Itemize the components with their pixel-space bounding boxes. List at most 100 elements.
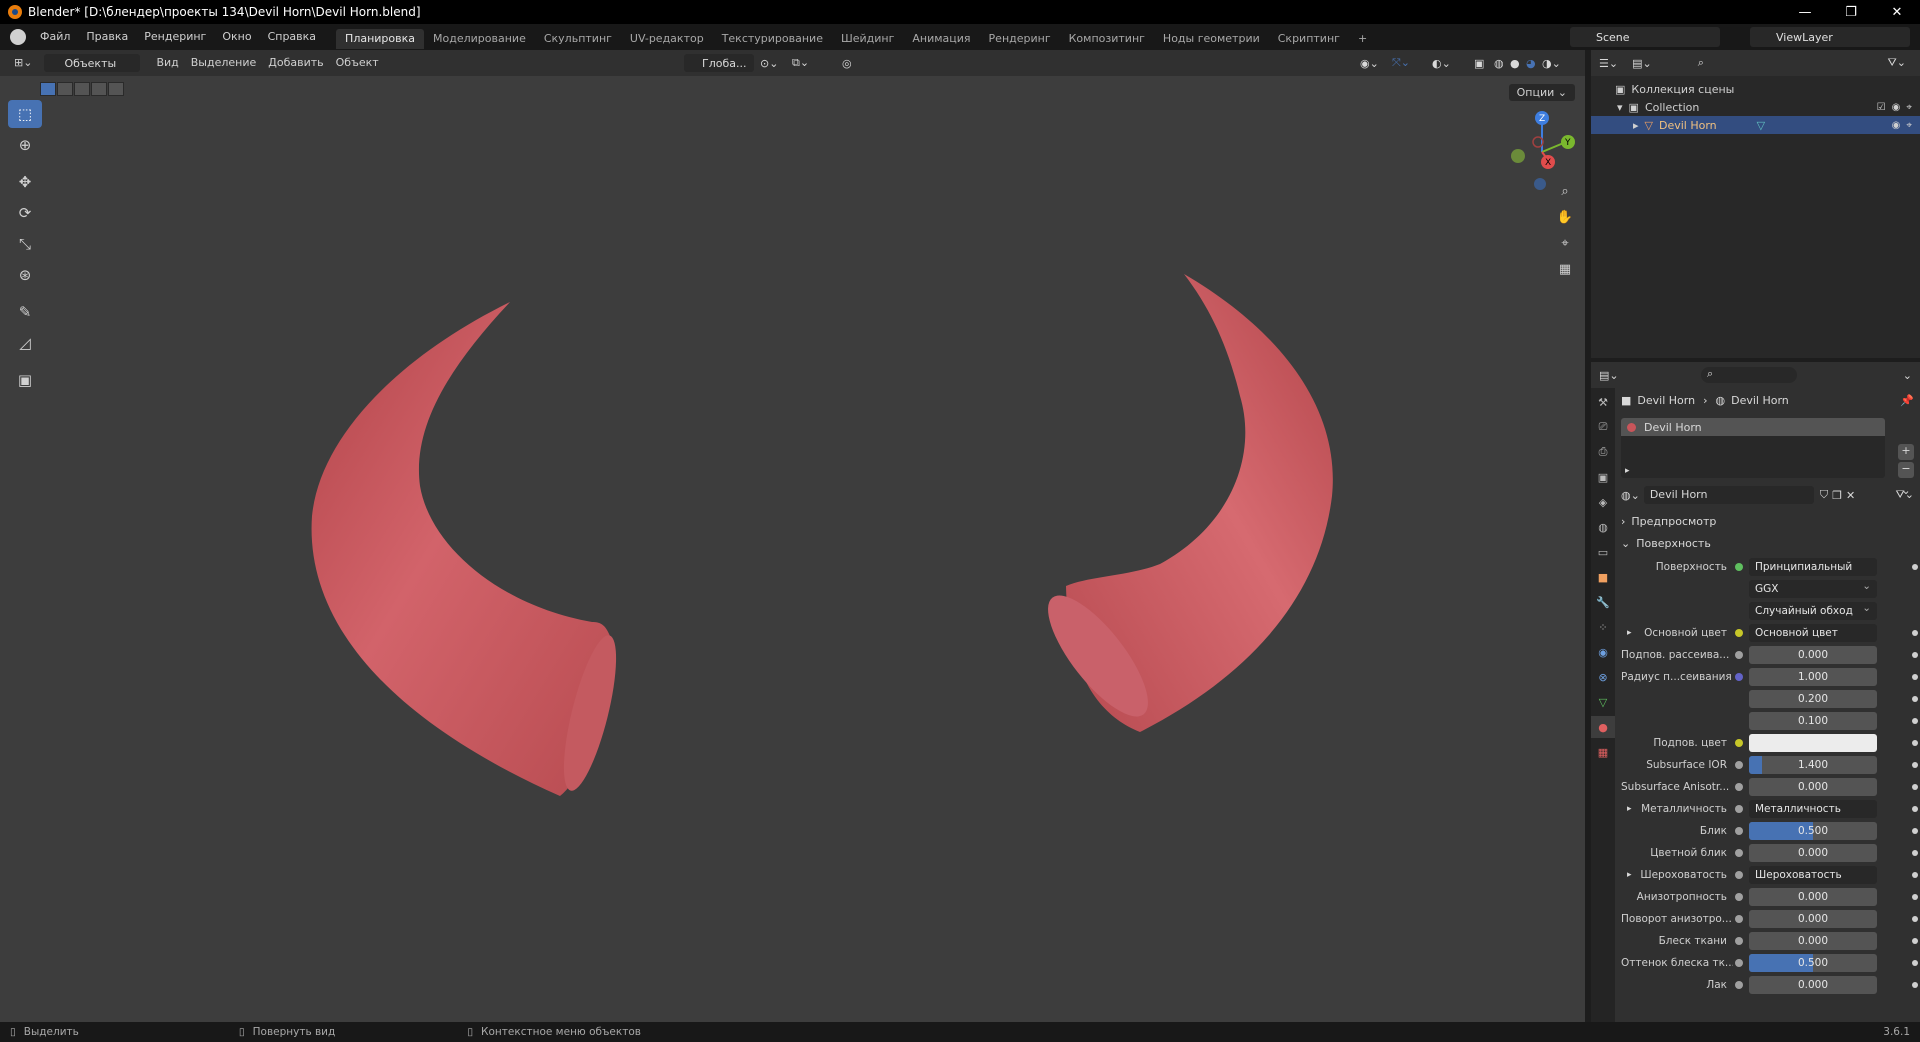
keyframe-dot-icon[interactable]: [1912, 850, 1918, 856]
socket-dot-icon[interactable]: [1735, 981, 1743, 989]
socket-dot-icon[interactable]: [1735, 673, 1743, 681]
eye-icon[interactable]: ◉: [1892, 120, 1901, 131]
gizmo-toggle-icon[interactable]: ⤧⌄: [1392, 56, 1410, 70]
fake-user-icon[interactable]: ⛉: [1820, 488, 1828, 502]
keyframe-dot-icon[interactable]: [1912, 762, 1918, 768]
menu-add[interactable]: Добавить: [262, 53, 329, 73]
slot-expand-icon[interactable]: ▸: [1625, 466, 1630, 476]
keyframe-dot-icon[interactable]: [1912, 718, 1918, 724]
constraints-tab-icon[interactable]: ⊗: [1591, 666, 1615, 688]
overlay-icon[interactable]: ◐⌄: [1432, 57, 1451, 70]
color-swatch[interactable]: [1749, 734, 1877, 752]
collection-tab-icon[interactable]: ▭: [1591, 541, 1615, 563]
tab-texture-paint[interactable]: Текстурирование: [713, 29, 832, 49]
duplicate-material-icon[interactable]: ❐: [1832, 489, 1842, 502]
physics-tab-icon[interactable]: ◉: [1591, 641, 1615, 663]
render-tab-icon[interactable]: ⎚: [1591, 416, 1615, 438]
wireframe-shading-icon[interactable]: ◍: [1494, 57, 1504, 70]
menu-edit[interactable]: Правка: [78, 24, 136, 50]
socket-dot-icon[interactable]: [1735, 585, 1743, 593]
number-field[interactable]: 0.200: [1749, 690, 1877, 708]
number-field[interactable]: 0.000: [1749, 646, 1877, 664]
tab-animation[interactable]: Анимация: [903, 29, 979, 49]
close-button[interactable]: ✕: [1874, 0, 1920, 24]
properties-options-icon[interactable]: ⌄: [1903, 369, 1912, 382]
socket-dot-icon[interactable]: [1735, 959, 1743, 967]
pin-icon[interactable]: 📌: [1900, 394, 1914, 407]
menu-object[interactable]: Объект: [330, 53, 385, 73]
keyframe-dot-icon[interactable]: [1912, 828, 1918, 834]
number-field[interactable]: 0.500: [1749, 954, 1877, 972]
expand-arrow-icon[interactable]: ▸: [1627, 628, 1632, 638]
data-tab-icon[interactable]: ▽: [1591, 691, 1615, 713]
expand-arrow-icon[interactable]: ▸: [1633, 119, 1639, 132]
socket-dot-icon[interactable]: [1735, 739, 1743, 747]
link-type-icon[interactable]: ⛛⌄: [1896, 488, 1914, 502]
xray-icon[interactable]: ▣: [1474, 57, 1484, 70]
outliner-row-collection[interactable]: ▾ ▣ Collection ☑ ◉ ⌖: [1591, 98, 1920, 116]
tab-geometry-nodes[interactable]: Ноды геометрии: [1154, 29, 1269, 49]
modifier-tab-icon[interactable]: 🔧: [1591, 591, 1615, 613]
add-slot-button[interactable]: +: [1898, 444, 1914, 460]
outliner-filter-icon[interactable]: ⛛⌄: [1888, 56, 1906, 70]
rendered-shading-icon[interactable]: ◑⌄: [1542, 57, 1561, 70]
menu-help[interactable]: Справка: [260, 24, 324, 50]
material-browse-icon[interactable]: ◍⌄: [1621, 489, 1640, 502]
number-field[interactable]: 0.000: [1749, 844, 1877, 862]
outliner-editor-icon[interactable]: ☰⌄: [1599, 57, 1618, 70]
view-layer-tab-icon[interactable]: ▣: [1591, 466, 1615, 488]
snap-icon[interactable]: ⧉⌄: [792, 56, 809, 70]
properties-search-field[interactable]: ⌕: [1701, 367, 1797, 383]
keyframe-dot-icon[interactable]: [1912, 806, 1918, 812]
blender-menu-icon[interactable]: [10, 29, 26, 45]
texture-tab-icon[interactable]: ▦: [1591, 741, 1615, 763]
keyframe-dot-icon[interactable]: [1912, 960, 1918, 966]
maximize-button[interactable]: ❐: [1828, 0, 1874, 24]
keyframe-dot-icon[interactable]: [1912, 652, 1918, 658]
menu-select[interactable]: Выделение: [185, 53, 263, 73]
expand-arrow-icon[interactable]: ▾: [1617, 101, 1623, 114]
keyframe-dot-icon[interactable]: [1912, 674, 1918, 680]
expand-arrow-icon[interactable]: ▸: [1627, 870, 1632, 880]
number-field[interactable]: 0.000: [1749, 976, 1877, 994]
keyframe-dot-icon[interactable]: [1912, 916, 1918, 922]
tab-modeling[interactable]: Моделирование: [424, 29, 535, 49]
orientation-dropdown[interactable]: Глоба...: [684, 54, 754, 72]
tab-scripting[interactable]: Скриптинг: [1269, 29, 1349, 49]
link-field[interactable]: Основной цвет: [1749, 624, 1877, 642]
number-field[interactable]: 1.000: [1749, 668, 1877, 686]
keyframe-dot-icon[interactable]: [1912, 872, 1918, 878]
keyframe-dot-icon[interactable]: [1912, 696, 1918, 702]
tab-shading[interactable]: Шейдинг: [832, 29, 903, 49]
expand-arrow-icon[interactable]: ▸: [1627, 804, 1632, 814]
material-name-field[interactable]: Devil Horn: [1643, 486, 1814, 504]
render-camera-icon[interactable]: ⌖: [1906, 102, 1912, 113]
outliner-display-mode-icon[interactable]: ▤⌄: [1632, 57, 1652, 70]
keyframe-dot-icon[interactable]: [1912, 938, 1918, 944]
object-tab-icon[interactable]: ■: [1591, 566, 1615, 588]
pan-hand-icon[interactable]: ✋: [1554, 206, 1576, 228]
tool-tab-icon[interactable]: ⚒: [1591, 391, 1615, 413]
remove-slot-button[interactable]: −: [1898, 462, 1914, 478]
world-tab-icon[interactable]: ◍: [1591, 516, 1615, 538]
view-layer-selector[interactable]: ViewLayer: [1750, 27, 1910, 47]
number-field[interactable]: 0.100: [1749, 712, 1877, 730]
socket-dot-icon[interactable]: [1735, 761, 1743, 769]
eye-icon[interactable]: ◉: [1892, 102, 1901, 113]
socket-dot-icon[interactable]: [1735, 629, 1743, 637]
socket-dot-icon[interactable]: [1735, 805, 1743, 813]
tab-layout[interactable]: Планировка: [336, 28, 425, 49]
output-tab-icon[interactable]: ⎙: [1591, 441, 1615, 463]
socket-dot-icon[interactable]: [1735, 695, 1743, 703]
menu-render[interactable]: Рендеринг: [136, 24, 214, 50]
dropdown-field[interactable]: GGX: [1749, 580, 1877, 598]
render-camera-icon[interactable]: ⌖: [1906, 120, 1912, 131]
add-workspace-button[interactable]: +: [1349, 29, 1376, 49]
socket-dot-icon[interactable]: [1735, 871, 1743, 879]
keyframe-dot-icon[interactable]: [1912, 630, 1918, 636]
outliner-search-icon[interactable]: ⌕: [1698, 56, 1704, 70]
pivot-icon[interactable]: ⊙⌄: [760, 57, 778, 70]
menu-view[interactable]: Вид: [150, 53, 184, 73]
link-field[interactable]: Шероховатость: [1749, 866, 1877, 884]
dropdown-field[interactable]: Случайный обход: [1749, 602, 1877, 620]
